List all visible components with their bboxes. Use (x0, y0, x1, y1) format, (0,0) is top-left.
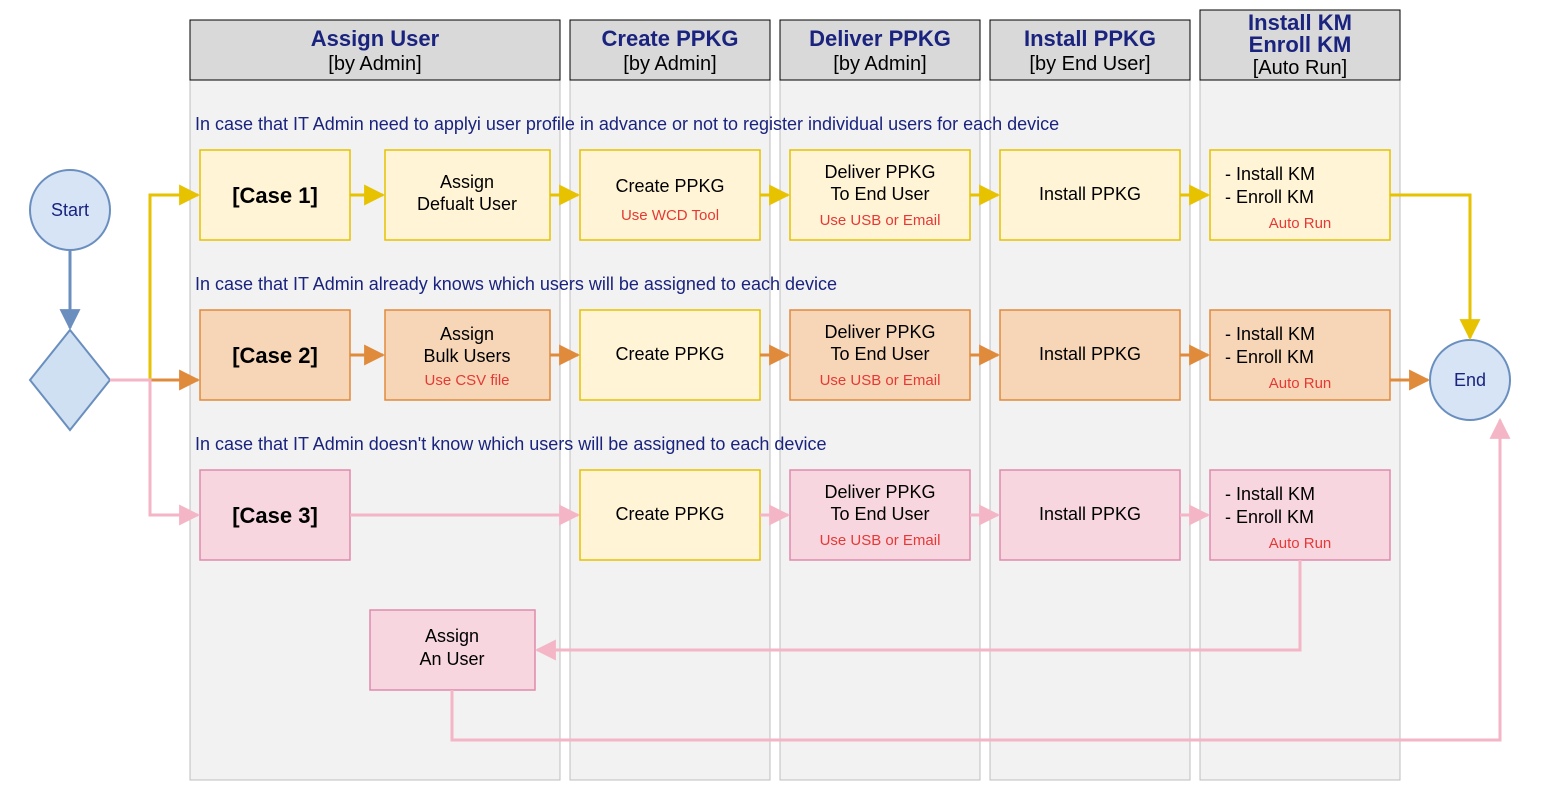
c1-deliver-1: Deliver PPKG (824, 162, 935, 182)
c1-install: Install PPKG (1039, 184, 1141, 204)
c3-km-2: - Enroll KM (1225, 507, 1314, 527)
c2-create: Create PPKG (615, 344, 724, 364)
lane-0-sub: [by Admin] (328, 53, 421, 75)
c1-km-1: - Install KM (1225, 164, 1315, 184)
lane-4-title-b: Enroll KM (1249, 32, 1352, 57)
c2-install: Install PPKG (1039, 344, 1141, 364)
c1-deliver-2: To End User (830, 184, 929, 204)
c2-km-sub: Auto Run (1269, 375, 1332, 392)
note-case2: In case that IT Admin already knows whic… (195, 274, 837, 294)
lane-0-title: Assign User (311, 26, 440, 51)
lane-3-sub: [by End User] (1029, 53, 1150, 75)
c1-assign-2: Defualt User (417, 194, 517, 214)
c3-assignAn-1: Assign (425, 626, 479, 646)
c2-deliver-2: To End User (830, 344, 929, 364)
c2-deliver-1: Deliver PPKG (824, 322, 935, 342)
start-label: Start (51, 200, 89, 220)
case1-label: [Case 1] (232, 183, 318, 208)
flowchart-diagram: Assign User [by Admin] Create PPKG [by A… (0, 0, 1543, 810)
c2-km-1: - Install KM (1225, 324, 1315, 344)
lane-4-sub: [Auto Run] (1253, 57, 1348, 79)
c1-create-sub: Use WCD Tool (621, 207, 719, 224)
c1-assign-1: Assign (440, 172, 494, 192)
c3-deliver-1: Deliver PPKG (824, 482, 935, 502)
lane-2-sub: [by Admin] (833, 53, 926, 75)
case3-label: [Case 3] (232, 503, 318, 528)
lane-1-title: Create PPKG (602, 26, 739, 51)
note-case3: In case that IT Admin doesn't know which… (195, 434, 826, 454)
end-label: End (1454, 370, 1486, 390)
c2-assign-sub: Use CSV file (424, 372, 509, 389)
c3-assignAn-2: An User (419, 649, 484, 669)
c1-km-sub: Auto Run (1269, 215, 1332, 232)
lane-3-title: Install PPKG (1024, 26, 1156, 51)
note-case1: In case that IT Admin need to applyi use… (195, 114, 1059, 134)
c3-km-sub: Auto Run (1269, 535, 1332, 552)
case2-label: [Case 2] (232, 343, 318, 368)
c3-install: Install PPKG (1039, 504, 1141, 524)
c1-create: Create PPKG (615, 176, 724, 196)
c2-km-2: - Enroll KM (1225, 347, 1314, 367)
c1-km-2: - Enroll KM (1225, 187, 1314, 207)
lane-2-title: Deliver PPKG (809, 26, 951, 51)
c3-km-1: - Install KM (1225, 484, 1315, 504)
c2-assign-1: Assign (440, 324, 494, 344)
c3-create: Create PPKG (615, 504, 724, 524)
lane-1-sub: [by Admin] (623, 53, 716, 75)
c2-assign-2: Bulk Users (423, 346, 510, 366)
c3-deliver-2: To End User (830, 504, 929, 524)
c2-deliver-sub: Use USB or Email (820, 372, 941, 389)
decision-node (30, 330, 110, 430)
c1-deliver-sub: Use USB or Email (820, 212, 941, 229)
c3-deliver-sub: Use USB or Email (820, 532, 941, 549)
